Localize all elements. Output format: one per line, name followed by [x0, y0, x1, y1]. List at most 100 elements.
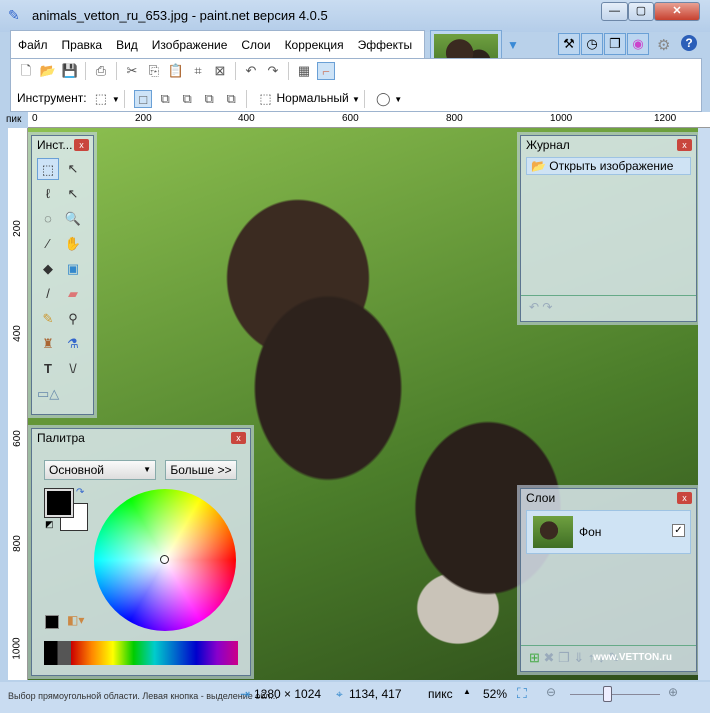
reset-colors-icon[interactable]: ◩ [45, 519, 54, 530]
antialiasing-icon[interactable]: ◯ [374, 90, 392, 108]
history-item[interactable]: 📂 Открыть изображение [526, 157, 691, 175]
window-edge [698, 128, 710, 680]
tools-window-toggle-icon[interactable]: ⚒ [558, 33, 580, 55]
delete-layer-icon[interactable]: ✖ [544, 650, 555, 665]
menu-adjustments[interactable]: Коррекция [278, 31, 351, 52]
move-selected-tool-icon[interactable]: ↖ [62, 158, 84, 180]
move-selection-tool-icon[interactable]: ↖ [62, 183, 84, 205]
tab-list-icon[interactable]: ▼ [507, 38, 519, 52]
selection-mode-replace-icon[interactable]: □ [134, 89, 153, 108]
menu-effects[interactable]: Эффекты [351, 31, 420, 52]
layer-thumbnail [533, 516, 573, 548]
zoom-out-icon[interactable]: ⊖ [546, 685, 556, 699]
history-controls: ↶ ↷ [521, 295, 696, 321]
image-size: 1280 × 1024 [254, 687, 322, 701]
save-icon[interactable]: 💾 [61, 62, 79, 80]
print-icon[interactable]: ⎙ [92, 62, 110, 80]
pan-tool-icon[interactable]: ✋ [62, 233, 84, 255]
menu-view[interactable]: Вид [109, 31, 145, 52]
antialiasing-dropdown-icon[interactable]: ▼ [394, 95, 402, 104]
selection-mode-xor-icon[interactable]: ⧉ [222, 90, 240, 108]
menu-image[interactable]: Изображение [145, 31, 235, 52]
color-picker-tool-icon[interactable]: ⚲ [62, 308, 84, 330]
close-panel-button[interactable]: x [677, 139, 692, 151]
menu-file[interactable]: Файл [11, 31, 55, 52]
layer-visibility-checkbox[interactable]: ✓ [672, 524, 685, 537]
layers-window-toggle-icon[interactable]: ❐ [604, 33, 626, 55]
menu-edit[interactable]: Правка [55, 31, 110, 52]
colors-window-toggle-icon[interactable]: ◉ [627, 33, 649, 55]
close-panel-button[interactable]: x [74, 139, 89, 151]
zoom-slider-thumb[interactable] [603, 686, 613, 702]
undo-icon[interactable]: ↶ [529, 300, 539, 314]
crop-icon[interactable]: ⌗ [189, 62, 207, 80]
rect-select-tool-icon[interactable]: ⬚ [92, 90, 110, 108]
grid-icon[interactable]: ▦ [295, 62, 313, 80]
zoom-level[interactable]: 52% [483, 687, 507, 701]
more-colors-button[interactable]: Больше >> [165, 460, 237, 480]
eraser-tool-icon[interactable]: ▰ [62, 283, 84, 305]
color-wheel[interactable] [94, 489, 236, 631]
selection-mode-intersect-icon[interactable]: ⧉ [200, 90, 218, 108]
minimize-button[interactable]: — [601, 2, 628, 21]
selection-mode-exclude-icon[interactable]: ⧉ [178, 90, 196, 108]
open-file-icon[interactable]: 📂 [39, 62, 57, 80]
ruler-tick: 1000 [550, 113, 573, 124]
primary-color-swatch[interactable] [44, 488, 74, 518]
color-wheel-cursor[interactable] [160, 555, 169, 564]
paint-bucket-tool-icon[interactable]: ◆ [37, 258, 59, 280]
tool-dropdown-icon[interactable]: ▼ [112, 95, 120, 104]
merge-layer-icon[interactable]: ⇓ [573, 650, 584, 665]
duplicate-layer-icon[interactable]: ❐ [558, 650, 570, 665]
blend-mode-select[interactable]: Нормальный [277, 91, 349, 105]
shapes-tool-icon[interactable]: ▭△ [37, 383, 59, 405]
panel-title: Слои [526, 491, 556, 505]
clone-stamp-tool-icon[interactable]: ♜ [37, 333, 59, 355]
color-mode-select[interactable]: Основной ▼ [44, 460, 156, 480]
blend-mode-dropdown-icon[interactable]: ▼ [352, 95, 360, 104]
close-button[interactable]: ✕ [654, 2, 700, 21]
maximize-button[interactable]: ▢ [628, 2, 654, 21]
copy-icon[interactable]: ⎘ [145, 62, 163, 80]
zoom-tool-icon[interactable]: 🔍 [62, 208, 84, 230]
palette-panel: Палитра x Основной ▼ Больше >> ↷ ◩ ◧▾ [31, 428, 251, 676]
lasso-tool-icon[interactable]: ℓ [37, 183, 59, 205]
magic-wand-tool-icon[interactable]: ⁄ [37, 233, 59, 255]
new-file-icon[interactable]: 🗋 [17, 62, 35, 80]
undo-icon[interactable]: ↶ [242, 62, 260, 80]
rulers-icon[interactable]: ⌐ [317, 62, 335, 80]
paintbrush-tool-icon[interactable]: / [37, 283, 59, 305]
close-panel-button[interactable]: x [677, 492, 692, 504]
text-tool-icon[interactable]: T [37, 358, 59, 380]
gradient-tool-icon[interactable]: ▣ [62, 258, 84, 280]
history-window-toggle-icon[interactable]: ◷ [581, 33, 603, 55]
line-tool-icon[interactable]: \/ [62, 358, 84, 380]
units-select[interactable]: пикс [428, 687, 453, 701]
menu-layers[interactable]: Слои [234, 31, 277, 52]
units-dropdown-icon[interactable]: ▲ [463, 687, 471, 696]
recolor-tool-icon[interactable]: ⚗ [62, 333, 84, 355]
zoom-slider-track[interactable] [570, 694, 660, 695]
close-panel-button[interactable]: x [231, 432, 246, 444]
ellipse-select-tool-icon[interactable]: ◌ [37, 208, 59, 230]
redo-icon[interactable]: ↷ [542, 300, 552, 314]
add-layer-icon[interactable]: ⊞ [529, 650, 540, 665]
cut-icon[interactable]: ✂ [123, 62, 141, 80]
zoom-to-window-icon[interactable]: ⛶ [517, 685, 527, 702]
redo-icon[interactable]: ↷ [264, 62, 282, 80]
selection-mode-union-icon[interactable]: ⧉ [156, 90, 174, 108]
ruler-tick: 600 [342, 113, 359, 124]
help-icon[interactable]: ? [681, 35, 697, 51]
layer-item[interactable]: Фон ✓ [526, 510, 691, 554]
ruler-tick: 200 [135, 113, 152, 124]
rect-select-tool-icon[interactable]: ⬚ [37, 158, 59, 180]
palette-menu-icon[interactable]: ◧▾ [67, 613, 84, 627]
zoom-in-icon[interactable]: ⊕ [668, 685, 678, 699]
swap-colors-icon[interactable]: ↷ [76, 487, 84, 498]
palette-swatches[interactable] [44, 641, 238, 665]
settings-gear-icon[interactable]: ⚙ [657, 36, 670, 54]
add-to-palette-icon[interactable] [45, 615, 59, 629]
paste-icon[interactable]: 📋 [167, 62, 185, 80]
pencil-tool-icon[interactable]: ✎ [37, 308, 59, 330]
deselect-icon[interactable]: ⊠ [211, 62, 229, 80]
